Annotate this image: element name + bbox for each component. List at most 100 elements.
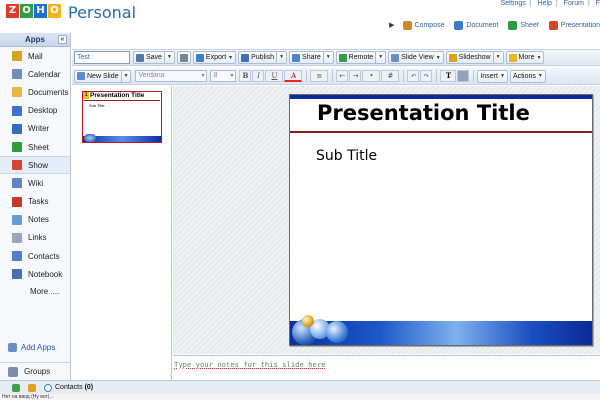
contacts-chat[interactable]: Contacts (0) bbox=[44, 383, 94, 392]
sidebar-item-documents[interactable]: Documents bbox=[0, 83, 70, 101]
slide-view-icon bbox=[391, 53, 400, 62]
quick-presentation-link[interactable]: Presentation bbox=[548, 20, 600, 30]
sidebar-item-tasks[interactable]: Tasks bbox=[0, 193, 70, 211]
chevron-down-icon[interactable]: ▼ bbox=[276, 52, 286, 63]
undo-icon[interactable]: ↶ bbox=[407, 70, 420, 82]
image-icon[interactable] bbox=[457, 70, 470, 82]
sidebar-item-contacts[interactable]: Contacts bbox=[0, 247, 70, 265]
contacts-count: (0) bbox=[84, 384, 94, 391]
sheet-icon bbox=[12, 142, 22, 153]
underline-button[interactable]: U bbox=[265, 70, 284, 82]
sidebar-item-calendar[interactable]: Calendar bbox=[0, 65, 70, 83]
quick-links-arrow-icon[interactable]: ▶ bbox=[389, 21, 394, 29]
sidebar-item-notebook[interactable]: Notebook bbox=[0, 265, 70, 283]
chevron-down-icon[interactable]: ▼ bbox=[322, 52, 333, 63]
add-apps-icon bbox=[8, 343, 17, 352]
italic-button[interactable]: I bbox=[252, 70, 265, 82]
sidebar-item-sheet[interactable]: Sheet bbox=[0, 138, 70, 156]
save-button[interactable]: Save ▼ bbox=[133, 51, 175, 64]
font-family-select[interactable]: Verdana bbox=[135, 70, 208, 82]
help-link[interactable]: Help bbox=[538, 0, 552, 7]
app-list: Mail Calendar Documents Desktop Writer Sheet S… bbox=[0, 47, 70, 283]
quick-document-link[interactable]: Document bbox=[454, 20, 498, 30]
tasks-icon bbox=[12, 196, 22, 207]
slide[interactable]: Presentation Title Sub Title bbox=[289, 94, 593, 346]
slide-thumbnails-pane: 1 Presentation Title Sub Title bbox=[72, 86, 172, 380]
numbered-list-icon[interactable]: # bbox=[381, 70, 400, 82]
groups-item[interactable]: Groups bbox=[0, 362, 70, 380]
remote-icon bbox=[338, 53, 347, 62]
slide-view-button[interactable]: Slide View ▼ bbox=[388, 51, 444, 64]
status-bar: Нет на ввод (Ну вот)... bbox=[0, 394, 600, 400]
actions-button[interactable]: Actions ▼ bbox=[509, 69, 546, 83]
separator bbox=[306, 70, 308, 82]
sidebar-item-label: Sheet bbox=[28, 142, 49, 152]
new-slide-button[interactable]: New Slide ▼ bbox=[74, 69, 132, 83]
remote-button[interactable]: Remote ▼ bbox=[335, 51, 387, 64]
globe-icon bbox=[84, 134, 96, 142]
app-window: ZOHO Personal Settings | Help | Forum | F ▶… bbox=[0, 0, 600, 400]
chevron-down-icon[interactable]: ▼ bbox=[492, 52, 503, 63]
add-apps-link[interactable]: Add Apps bbox=[8, 343, 55, 352]
text-tool-button[interactable]: T bbox=[440, 70, 457, 82]
desktop-icon bbox=[12, 105, 22, 116]
groups-icon bbox=[8, 366, 18, 377]
more-button[interactable]: More ▼ bbox=[505, 51, 545, 64]
quick-sheet-link[interactable]: Sheet bbox=[508, 20, 539, 30]
logo-letter: O bbox=[48, 4, 61, 18]
export-button[interactable]: Export ▼ bbox=[192, 51, 237, 64]
calendar-icon bbox=[12, 69, 22, 80]
notes-icon bbox=[12, 214, 22, 225]
redo-icon[interactable]: ↷ bbox=[420, 70, 433, 82]
sidebar-item-mail[interactable]: Mail bbox=[0, 47, 70, 65]
new-slide-icon bbox=[77, 72, 85, 80]
document-name-input[interactable] bbox=[74, 51, 130, 64]
top-links: Settings | Help | Forum | F bbox=[500, 0, 600, 7]
publish-button[interactable]: Publish ▼ bbox=[238, 51, 288, 64]
sidebar-item-links[interactable]: Links bbox=[0, 229, 70, 247]
print-icon bbox=[179, 53, 188, 62]
slide-title[interactable]: Presentation Title bbox=[317, 101, 530, 125]
bullet-list-icon[interactable]: • bbox=[362, 70, 381, 82]
sidebar-item-writer[interactable]: Writer bbox=[0, 120, 70, 138]
share-button[interactable]: Share ▼ bbox=[289, 51, 334, 64]
logo-letter: O bbox=[20, 4, 33, 18]
sidebar-item-desktop[interactable]: Desktop bbox=[0, 102, 70, 120]
align-icon[interactable]: ≡ bbox=[310, 70, 329, 82]
slideshow-button[interactable]: Slideshow ▼ bbox=[445, 51, 504, 64]
forum-link[interactable]: Forum bbox=[564, 0, 584, 7]
settings-link[interactable]: Settings bbox=[500, 0, 525, 7]
print-button[interactable] bbox=[176, 51, 191, 64]
collapse-sidebar-icon[interactable]: « bbox=[58, 35, 67, 44]
sidebar-item-show[interactable]: Show bbox=[0, 156, 70, 175]
chevron-down-icon: ▼ bbox=[499, 73, 505, 79]
text-color-button[interactable]: A bbox=[284, 70, 303, 82]
bold-button[interactable]: B bbox=[239, 70, 252, 82]
outdent-icon[interactable]: ⇤ bbox=[336, 70, 349, 82]
alert-icon[interactable] bbox=[28, 383, 36, 392]
sidebar-item-label: Tasks bbox=[28, 197, 49, 207]
chevron-down-icon[interactable]: ▼ bbox=[163, 52, 174, 63]
sidebar-item-notes[interactable]: Notes bbox=[0, 211, 70, 229]
quick-compose-link[interactable]: Compose bbox=[402, 20, 444, 30]
sheet-icon bbox=[508, 20, 518, 30]
slide-thumbnail[interactable]: 1 Presentation Title Sub Title bbox=[82, 91, 162, 143]
chevron-down-icon: ▼ bbox=[228, 54, 234, 61]
notes-input[interactable] bbox=[174, 357, 594, 371]
zoho-logo[interactable]: ZOHO bbox=[6, 4, 62, 18]
chevron-down-icon[interactable]: ▼ bbox=[375, 52, 385, 63]
font-size-select[interactable]: 8 bbox=[210, 70, 237, 82]
add-apps-label: Add Apps bbox=[21, 343, 56, 352]
sidebar-item-wiki[interactable]: Wiki bbox=[0, 174, 70, 192]
chevron-down-icon[interactable]: ▼ bbox=[120, 70, 131, 82]
slide-subtitle[interactable]: Sub Title bbox=[316, 148, 377, 164]
sidebar-item-label: Mail bbox=[28, 51, 43, 61]
insert-button[interactable]: Insert ▼ bbox=[477, 69, 508, 83]
feedback-link[interactable]: F bbox=[596, 0, 600, 7]
user-status-icon[interactable] bbox=[12, 383, 20, 392]
separator bbox=[332, 70, 334, 82]
more-apps-link[interactable]: More .... bbox=[0, 283, 70, 301]
document-icon bbox=[454, 20, 464, 30]
indent-icon[interactable]: ⇥ bbox=[349, 70, 362, 82]
sidebar-item-label: Links bbox=[28, 233, 47, 243]
